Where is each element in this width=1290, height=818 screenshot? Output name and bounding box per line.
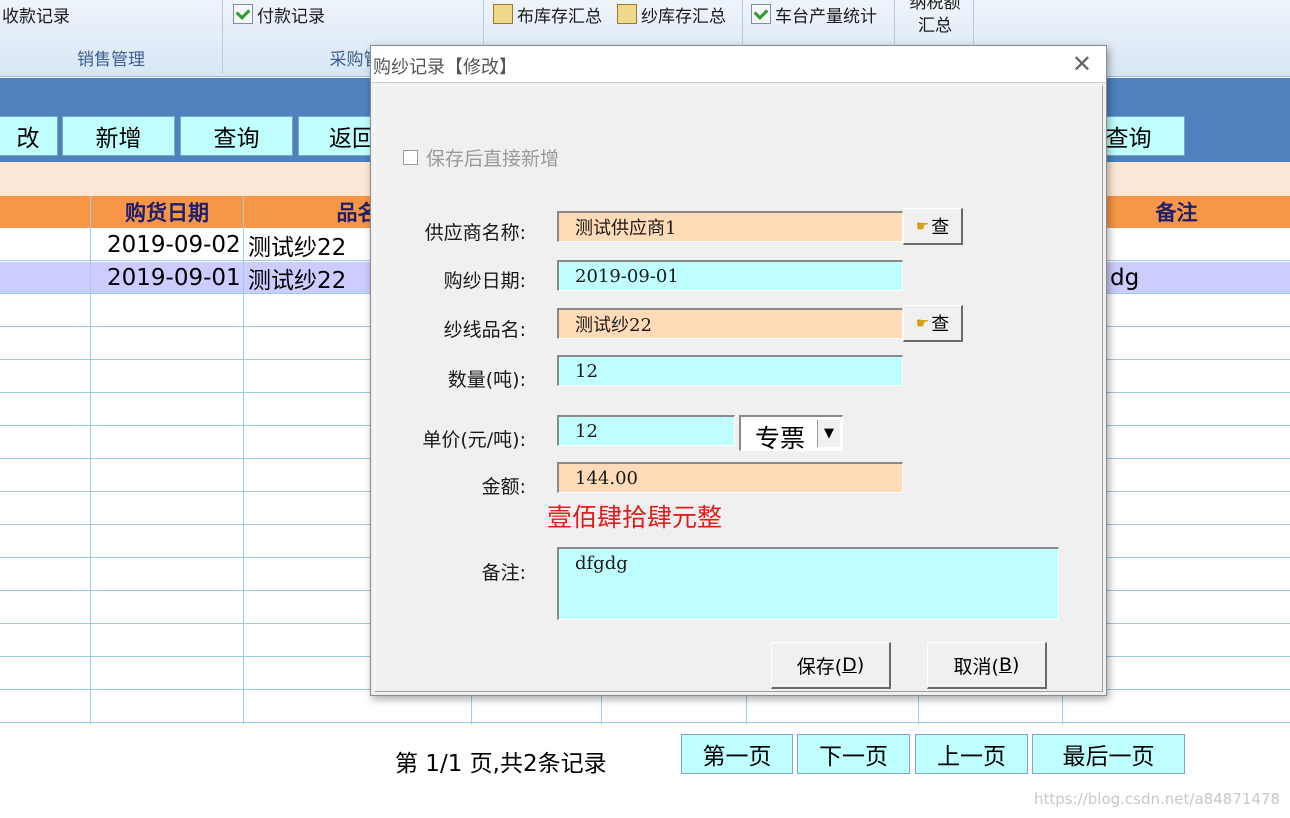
- cell-name: 测试纱22: [248, 235, 347, 261]
- purchase-date-field[interactable]: 2019-09-01: [557, 260, 903, 291]
- save-button-label: 保存(: [796, 655, 843, 678]
- save-button[interactable]: 保存(D): [771, 642, 891, 689]
- payment-record-button[interactable]: 付款记录: [233, 0, 325, 28]
- paren: ): [1012, 654, 1020, 676]
- paren: ): [856, 654, 865, 676]
- yarn-name-label: 纱线品名:: [443, 319, 526, 341]
- cell-date: 2019-09-01: [107, 265, 241, 291]
- amount-field: 144.00: [557, 462, 903, 493]
- machine-output-stats-label: 车台产量统计: [775, 6, 877, 27]
- last-page-button[interactable]: 最后一页: [1032, 734, 1185, 774]
- yarn-name-field[interactable]: 测试纱22: [557, 308, 903, 339]
- cancel-button[interactable]: 取消(B): [927, 642, 1047, 689]
- watermark: https://blog.csdn.net/a84871478: [1034, 790, 1280, 808]
- unit-price-field[interactable]: 12: [557, 415, 735, 446]
- cloth-stock-summary-label: 布库存汇总: [517, 6, 602, 27]
- machine-output-stats-button[interactable]: 车台产量统计: [751, 0, 877, 28]
- note-textarea[interactable]: dfgdg: [557, 547, 1059, 620]
- save-then-new-checkbox[interactable]: 保存后直接新增: [403, 144, 559, 171]
- cell-date: 2019-09-02: [107, 232, 241, 258]
- ribbon-group-sales-label: 销售管理: [77, 50, 145, 70]
- cell-name: 测试纱22: [248, 268, 347, 294]
- save-then-new-label: 保存后直接新增: [426, 148, 560, 170]
- page-info: 第 1/1 页,共2条记录: [395, 751, 607, 777]
- edit-button[interactable]: 改: [0, 116, 58, 156]
- yarn-lookup-button[interactable]: ☛ 查: [903, 305, 963, 342]
- payment-record-label: 付款记录: [257, 6, 325, 27]
- yarn-purchase-edit-dialog: 购纱记录【修改】 ✕ 保存后直接新增 供应商名称: 测试供应商1 ☛ 查 购纱日…: [370, 45, 1107, 696]
- warehouse-box-icon: [493, 4, 513, 24]
- invoice-type-select[interactable]: 专票 ▼: [739, 415, 843, 453]
- first-page-button[interactable]: 第一页: [681, 734, 793, 774]
- warehouse-box-icon: [617, 4, 637, 24]
- query-button[interactable]: 查询: [180, 116, 293, 156]
- spreadsheet-check-icon: [233, 4, 253, 24]
- lookup-label: 查: [931, 217, 950, 238]
- unit-price-label: 单价(元/吨):: [422, 429, 526, 451]
- yarn-stock-summary-button[interactable]: 纱库存汇总: [617, 0, 726, 28]
- invoice-type-value: 专票: [755, 424, 806, 453]
- lookup-label: 查: [931, 314, 950, 335]
- supplier-label: 供应商名称:: [424, 222, 526, 244]
- quantity-label: 数量(吨):: [447, 369, 526, 391]
- add-button[interactable]: 新增: [62, 116, 175, 156]
- receipt-record-label: 收款记录: [2, 6, 70, 27]
- save-accelerator-key: D: [842, 654, 857, 676]
- ribbon-group-sales: 收款记录 销售管理: [0, 0, 223, 74]
- amount-label: 金额:: [481, 476, 526, 498]
- tax-summary-label-line2: 汇总: [918, 16, 952, 36]
- yarn-stock-summary-label: 纱库存汇总: [641, 6, 726, 27]
- next-page-button[interactable]: 下一页: [797, 734, 910, 774]
- grid-column-divider: [90, 196, 91, 724]
- note-label: 备注:: [481, 562, 526, 584]
- close-icon[interactable]: ✕: [1072, 50, 1092, 78]
- cloth-stock-summary-button[interactable]: 布库存汇总: [493, 0, 602, 28]
- dialog-body: 保存后直接新增 供应商名称: 测试供应商1 ☛ 查 购纱日期: 2019-09-…: [374, 85, 1103, 692]
- dialog-title: 购纱记录【修改】: [373, 57, 517, 78]
- cancel-button-label: 取消(: [953, 655, 999, 678]
- checkbox-icon: [403, 150, 418, 165]
- dropdown-arrow-icon[interactable]: ▼: [817, 420, 840, 447]
- tax-summary-label-line1: 纳税额: [909, 0, 961, 13]
- cancel-accelerator-key: B: [998, 654, 1013, 676]
- pointing-hand-icon: ☛: [915, 314, 930, 332]
- header-purchase-date[interactable]: 购货日期: [91, 196, 243, 228]
- receipt-record-button[interactable]: 收款记录: [2, 0, 70, 28]
- amount-in-words: 壹佰肆拾肆元整: [547, 503, 723, 532]
- supplier-lookup-button[interactable]: ☛ 查: [903, 208, 963, 245]
- grid-column-divider: [243, 196, 244, 724]
- dialog-titlebar[interactable]: 购纱记录【修改】 ✕: [371, 46, 1106, 83]
- pointing-hand-icon: ☛: [915, 217, 930, 235]
- tax-summary-button[interactable]: 纳税额 汇总: [897, 0, 973, 38]
- prev-page-button[interactable]: 上一页: [915, 734, 1028, 774]
- supplier-field[interactable]: 测试供应商1: [557, 211, 903, 242]
- cell-note: dg: [1110, 265, 1140, 291]
- spreadsheet-check-icon: [751, 4, 771, 24]
- purchase-date-label: 购纱日期:: [443, 270, 526, 292]
- quantity-field[interactable]: 12: [557, 355, 903, 386]
